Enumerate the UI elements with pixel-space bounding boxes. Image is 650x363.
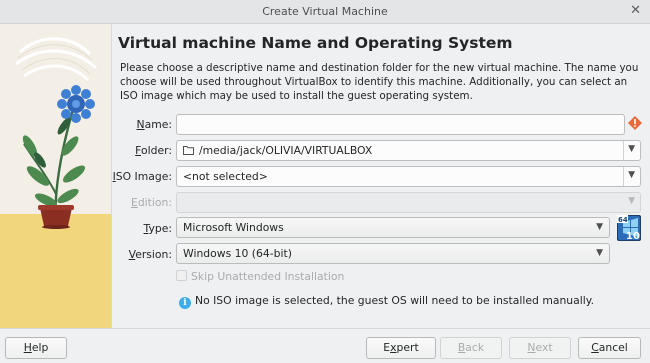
window-title: Create Virtual Machine xyxy=(262,5,388,18)
chevron-down-icon[interactable]: ▼ xyxy=(596,222,603,232)
folder-value: /media/jack/OLIVIA/VIRTUALBOX xyxy=(199,144,373,157)
iso-image-value: <not selected> xyxy=(183,170,268,183)
chevron-down-icon[interactable]: ▼ xyxy=(628,144,635,154)
info-text: No ISO image is selected, the guest OS w… xyxy=(195,294,595,307)
os-bitness-label: 64 xyxy=(618,216,628,224)
folder-combo[interactable]: /media/jack/OLIVIA/VIRTUALBOX ▼ xyxy=(176,140,641,161)
version-combo[interactable]: Windows 10 (64-bit) ▼ xyxy=(176,243,610,264)
info-message: i No ISO image is selected, the guest OS … xyxy=(179,294,594,309)
os-version-label: 10 xyxy=(626,231,640,241)
skip-unattended-checkbox: Skip Unattended Installation xyxy=(176,270,344,283)
type-label: Type: xyxy=(143,222,172,235)
windows-10-os-icon: 64 10 xyxy=(617,215,641,241)
iso-image-combo[interactable]: <not selected> ▼ xyxy=(176,166,641,187)
folder-icon xyxy=(183,146,194,155)
version-label: Version: xyxy=(128,248,172,261)
back-button[interactable]: Back xyxy=(440,337,502,359)
wizard-illustration xyxy=(0,24,112,328)
skip-unattended-label: Skip Unattended Installation xyxy=(191,270,345,283)
help-button[interactable]: Help xyxy=(5,337,67,359)
close-icon[interactable]: ✕ xyxy=(630,3,641,18)
wizard-page: Virtual machine Name and Operating Syste… xyxy=(112,24,650,328)
edition-combo: ▼ xyxy=(176,192,641,213)
edition-label: Edition: xyxy=(130,196,172,209)
checkbox-box xyxy=(176,270,187,281)
version-value: Windows 10 (64-bit) xyxy=(183,247,292,260)
page-title: Virtual machine Name and Operating Syste… xyxy=(118,34,513,52)
page-description: Please choose a descriptive name and des… xyxy=(120,62,639,103)
cancel-button[interactable]: Cancel xyxy=(578,337,641,359)
name-label: Name: xyxy=(136,118,173,131)
next-button[interactable]: Next xyxy=(509,337,571,359)
iso-image-label: ISO Image: xyxy=(112,170,172,183)
info-icon: i xyxy=(179,297,191,309)
chevron-down-icon[interactable]: ▼ xyxy=(628,170,635,180)
chevron-down-icon: ▼ xyxy=(628,196,635,206)
button-bar: Help Expert Mode Back Next Cancel xyxy=(0,328,650,363)
chevron-down-icon[interactable]: ▼ xyxy=(596,248,603,258)
expert-mode-button[interactable]: Expert Mode xyxy=(366,337,436,363)
folder-label: Folder: xyxy=(135,144,172,157)
name-input[interactable] xyxy=(176,114,625,135)
type-combo[interactable]: Microsoft Windows ▼ xyxy=(176,217,610,238)
title-bar: Create Virtual Machine ✕ xyxy=(0,0,650,24)
warning-icon xyxy=(628,116,642,130)
type-value: Microsoft Windows xyxy=(183,221,284,234)
